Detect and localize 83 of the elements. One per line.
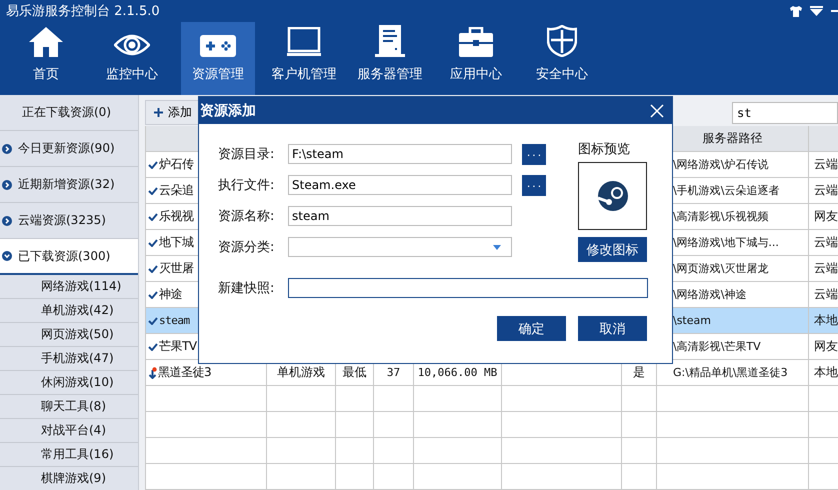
resource-name: 芒果TV bbox=[159, 338, 197, 355]
download-arrow-icon bbox=[148, 366, 157, 378]
resource-name: 地下城 bbox=[159, 234, 194, 251]
plus-icon bbox=[154, 108, 163, 117]
column-header[interactable]: 服务器路径 bbox=[702, 130, 762, 147]
checkmark-icon bbox=[148, 238, 158, 246]
table-cell: 网友 bbox=[814, 338, 838, 355]
table-cell: \网页游戏\灭世屠龙 bbox=[673, 261, 768, 276]
field-label: 资源分类: bbox=[218, 239, 276, 256]
window-title: 易乐游服务控制台 2.1.5.0 bbox=[6, 3, 160, 20]
input-field[interactable]: steam bbox=[288, 206, 512, 226]
table-cell: 云端 bbox=[814, 286, 838, 303]
field-label: 资源目录: bbox=[218, 146, 276, 163]
sidebar-item[interactable]: 已下载资源(300) bbox=[0, 239, 138, 275]
dialog-button[interactable]: 确定 bbox=[497, 316, 566, 341]
table-cell: \网络游戏\炉石传说 bbox=[673, 157, 768, 172]
nav-tab[interactable]: 安全中心 bbox=[525, 22, 599, 95]
table-cell: 单机游戏 bbox=[277, 364, 325, 381]
input-field[interactable]: Steam.exe bbox=[288, 175, 512, 195]
table-cell: 10,066.00 MB bbox=[418, 366, 498, 379]
table-cell: 云端 bbox=[814, 260, 838, 277]
checkmark-icon bbox=[148, 212, 158, 220]
table-cell: 是 bbox=[633, 364, 645, 381]
checkmark-icon bbox=[148, 290, 158, 298]
nav-tab[interactable]: 客户机管理 bbox=[267, 22, 341, 95]
table-cell: G:\精品单机\黑道圣徒3 bbox=[673, 365, 788, 380]
gamepad-icon bbox=[200, 35, 236, 57]
caret-icon bbox=[493, 244, 501, 250]
icon-preview-label: 图标预览 bbox=[578, 141, 630, 158]
table-cell: 本地 bbox=[814, 364, 838, 381]
resource-name: 炉石传 bbox=[159, 156, 194, 173]
dialog-title: 资源添加 bbox=[200, 102, 256, 120]
table-cell: \网络游戏\地下城与... bbox=[673, 235, 779, 250]
checkmark-icon bbox=[148, 264, 158, 272]
eye-icon bbox=[114, 33, 150, 57]
field-label: 执行文件: bbox=[218, 177, 276, 194]
table-cell: 网友 bbox=[814, 208, 838, 225]
nav-tab[interactable]: 服务器管理 bbox=[353, 22, 427, 95]
table-cell: \高清影视\乐视视频 bbox=[673, 209, 768, 224]
monitor-icon bbox=[287, 27, 321, 57]
shirt-icon[interactable] bbox=[790, 6, 802, 16]
table-cell: 最低 bbox=[342, 364, 366, 381]
field-label: 新建快照: bbox=[218, 280, 276, 297]
table-cell: 云端 bbox=[814, 182, 838, 199]
resource-name: 黑道圣徒3 bbox=[158, 364, 212, 381]
nav-tab[interactable]: 应用中心 bbox=[439, 22, 513, 95]
checkmark-icon bbox=[148, 186, 158, 194]
checkmark-icon bbox=[148, 342, 158, 350]
field-label: 资源名称: bbox=[218, 208, 276, 225]
table-cell: 云端 bbox=[814, 234, 838, 251]
shield-icon bbox=[547, 25, 577, 57]
input-field[interactable]: F:\steam bbox=[288, 144, 512, 164]
input-field[interactable] bbox=[288, 278, 648, 298]
toolbox-icon bbox=[459, 27, 493, 57]
checkmark-icon bbox=[148, 160, 158, 168]
nav-tab[interactable]: 首页 bbox=[9, 22, 83, 95]
resource-name: 灭世屠 bbox=[159, 260, 194, 277]
nav-tab[interactable]: 资源管理 bbox=[181, 22, 255, 95]
resource-name: 乐视视 bbox=[159, 208, 194, 225]
dropdown-field[interactable] bbox=[288, 237, 512, 257]
resource-name: 神途 bbox=[159, 286, 182, 303]
search-field[interactable]: st bbox=[732, 102, 838, 124]
resource-name: steam bbox=[159, 314, 190, 327]
table-cell: \steam bbox=[673, 314, 711, 327]
table-cell: \手机游戏\云朵追逐者 bbox=[673, 183, 780, 198]
table-cell: 37 bbox=[386, 366, 400, 379]
dropdown-icon[interactable] bbox=[810, 6, 823, 16]
close-icon[interactable] bbox=[650, 104, 664, 118]
house-icon bbox=[29, 27, 63, 57]
browse-button[interactable]: ... bbox=[522, 144, 546, 164]
browse-button[interactable]: ... bbox=[522, 174, 546, 196]
change-icon-button[interactable]: 修改图标 bbox=[578, 237, 647, 262]
dialog-button[interactable]: 取消 bbox=[578, 316, 647, 341]
table-cell: 本地 bbox=[814, 312, 838, 329]
resource-name: 云朵追 bbox=[159, 182, 194, 199]
table-cell: \网络游戏\神途 bbox=[673, 287, 746, 302]
server-icon bbox=[375, 25, 405, 57]
table-cell: \高清影视\芒果TV bbox=[673, 339, 761, 354]
table-cell: 云端 bbox=[814, 156, 838, 173]
disc-icon bbox=[598, 181, 628, 211]
checkmark-icon bbox=[148, 316, 158, 324]
add-button[interactable]: 添加 bbox=[145, 100, 201, 125]
nav-tab[interactable]: 监控中心 bbox=[95, 22, 169, 95]
